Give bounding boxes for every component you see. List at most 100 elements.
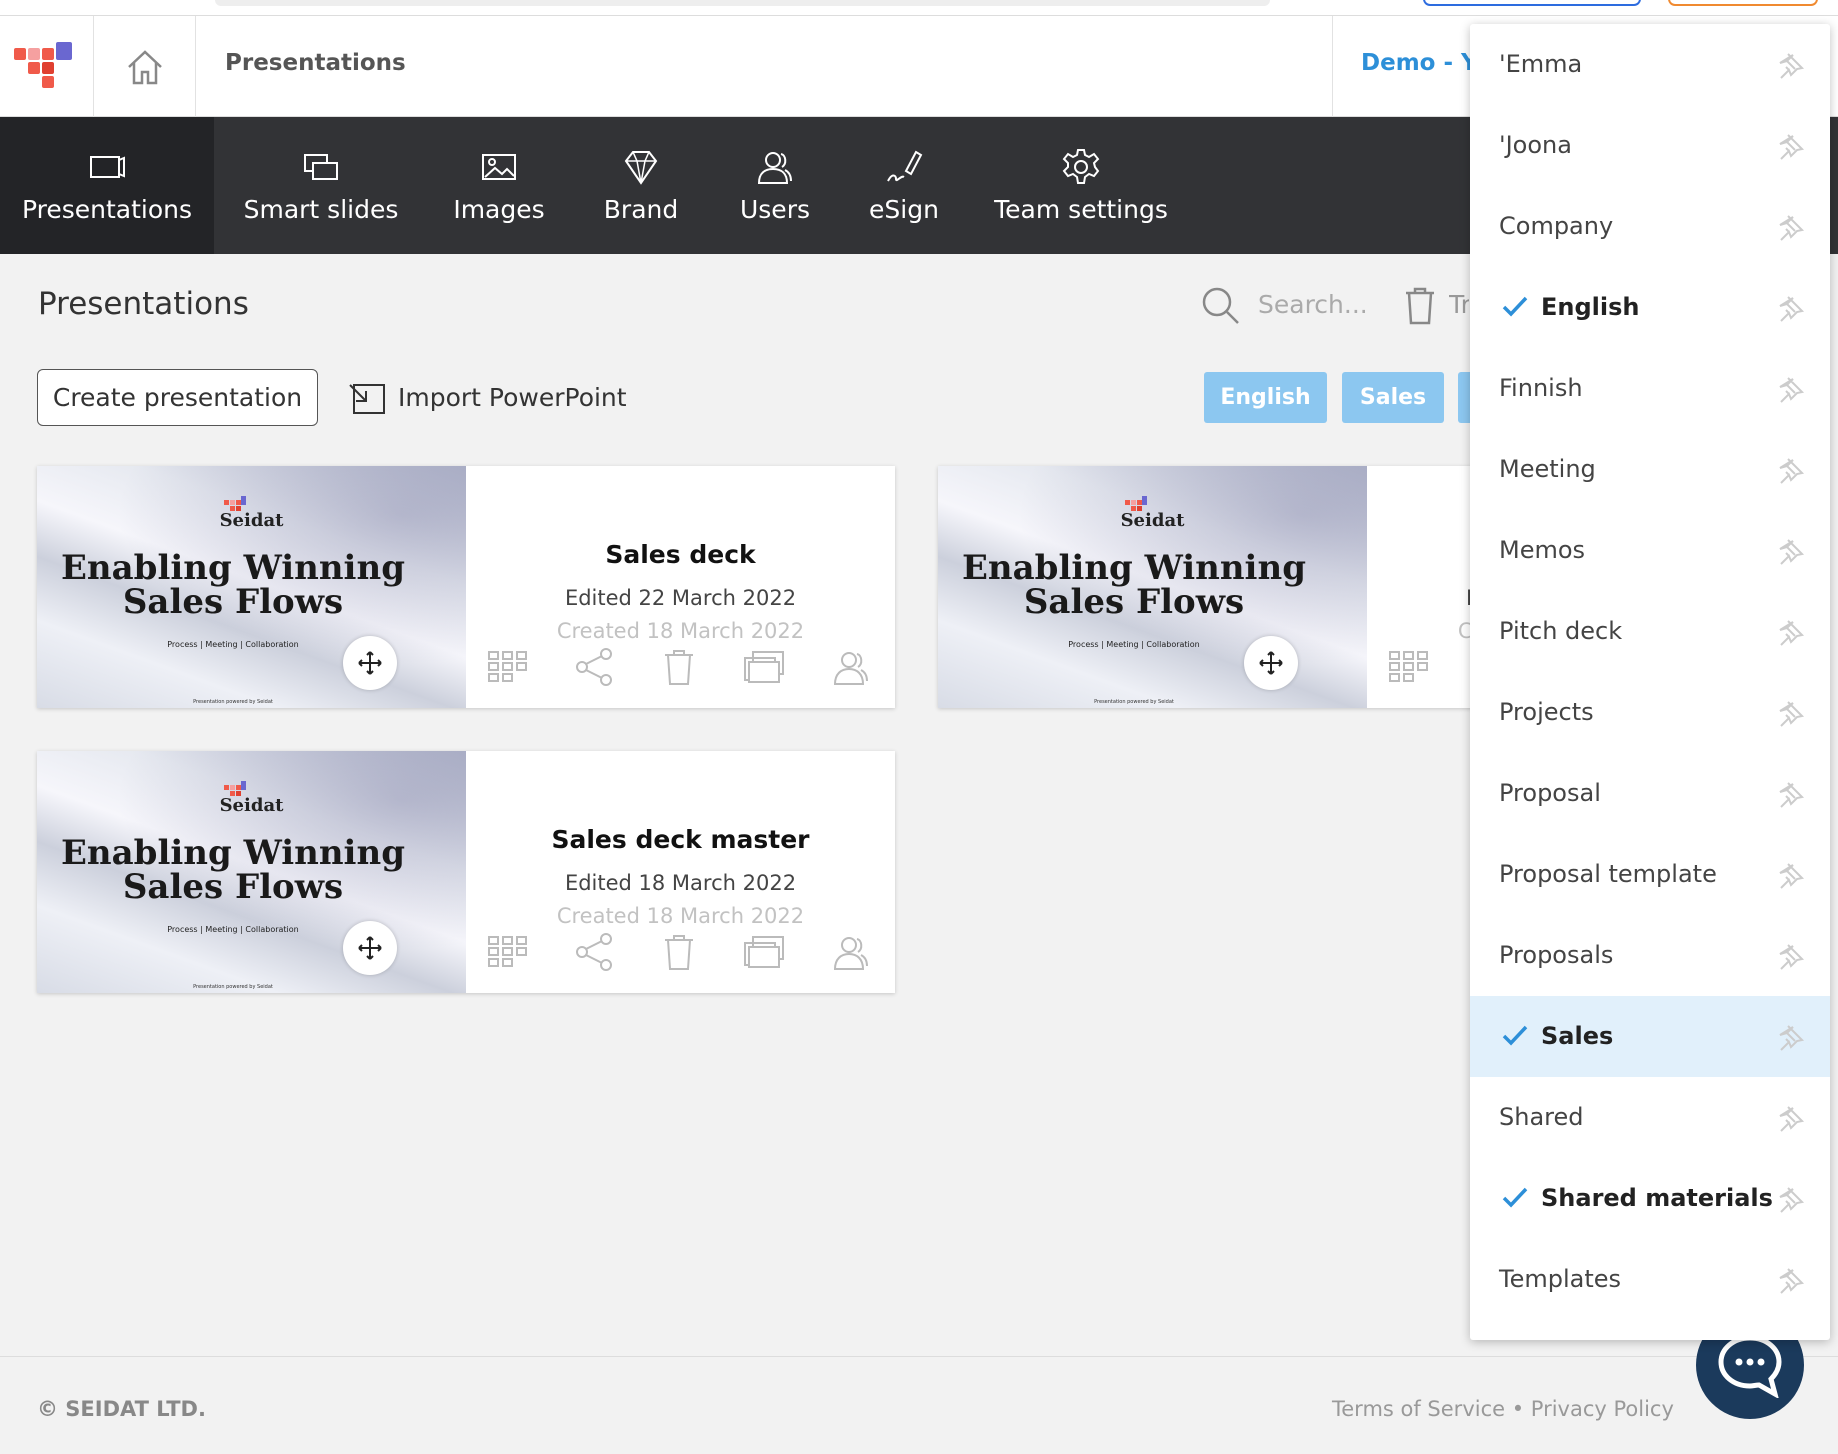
pin-icon[interactable] (1776, 374, 1806, 404)
nav-esign[interactable]: eSign (838, 117, 970, 254)
dropdown-option[interactable]: Finnish (1470, 348, 1830, 429)
nav-label: Team settings (994, 195, 1168, 224)
delete-icon[interactable] (657, 931, 701, 973)
share-icon[interactable] (572, 646, 616, 688)
thumbnail-footer: Presentation powered by Seidat (193, 984, 273, 990)
pin-icon[interactable] (1776, 212, 1806, 242)
share-icon[interactable] (572, 931, 616, 973)
import-powerpoint-button[interactable]: Import PowerPoint (398, 383, 627, 412)
nav-label: eSign (869, 195, 939, 224)
home-icon (127, 49, 162, 84)
pin-icon[interactable] (1776, 860, 1806, 890)
presentation-card[interactable]: Seidat Enabling Winning Sales Flows Proc… (37, 751, 895, 993)
browser-top-strip (0, 0, 1838, 16)
presentation-thumbnail[interactable]: Seidat Enabling Winning Sales Flows Proc… (37, 466, 466, 708)
page-footer: © SEIDAT LTD. Terms of Service • Privacy… (0, 1356, 1838, 1454)
dropdown-option[interactable]: Proposals (1470, 915, 1830, 996)
thumbnail-headline-line-2: Sales Flows (1023, 582, 1245, 622)
presentation-thumbnail[interactable]: Seidat Enabling Winning Sales Flows Proc… (37, 751, 466, 993)
presentation-info: Sales deck Edited 22 March 2022 Created … (466, 466, 895, 708)
dropdown-option-label: Projects (1499, 698, 1594, 726)
pin-icon[interactable] (1776, 536, 1806, 566)
thumbnail-brand: Seidat (1120, 510, 1185, 531)
user-access-icon[interactable] (829, 931, 873, 973)
user-access-icon[interactable] (829, 646, 873, 688)
footer-links: Terms of Service • Privacy Policy (1332, 1397, 1674, 1421)
dropdown-option[interactable]: Sales (1470, 996, 1830, 1077)
pin-icon[interactable] (1776, 698, 1806, 728)
footer-separator: • (1505, 1397, 1531, 1421)
dropdown-option[interactable]: Shared materials (1470, 1158, 1830, 1239)
presentation-card[interactable]: Seidat Enabling Winning Sales Flows Proc… (37, 466, 895, 708)
nav-label: Smart slides (243, 195, 399, 224)
filter-tag-sales[interactable]: Sales (1342, 372, 1444, 423)
thumbnail-footer: Presentation powered by Seidat (1094, 699, 1174, 705)
presentation-thumbnail[interactable]: Seidat Enabling Winning Sales Flows Proc… (938, 466, 1367, 708)
pin-icon[interactable] (1776, 455, 1806, 485)
privacy-policy-link[interactable]: Privacy Policy (1531, 1397, 1674, 1421)
nav-label: Brand (603, 195, 679, 224)
dropdown-option-label: English (1541, 293, 1640, 321)
grid-view-icon[interactable] (486, 931, 530, 973)
nav-label: Images (453, 195, 545, 224)
presentation-name[interactable]: Sales deck (466, 540, 895, 569)
pin-icon[interactable] (1776, 1265, 1806, 1295)
account-switcher[interactable]: Demo - Yo (1332, 16, 1482, 117)
top-button-orange[interactable] (1668, 0, 1818, 6)
pin-icon[interactable] (1776, 617, 1806, 647)
create-presentation-button[interactable]: Create presentation (37, 369, 318, 426)
grid-view-icon[interactable] (1387, 646, 1431, 688)
home-button[interactable] (94, 16, 196, 117)
dropdown-option[interactable]: Shared (1470, 1077, 1830, 1158)
top-search-bar[interactable] (215, 0, 1270, 6)
seidat-logo[interactable] (0, 16, 94, 117)
page-title: Presentations (225, 50, 406, 76)
checkmark-icon (1502, 1025, 1528, 1046)
dropdown-option[interactable]: Projects (1470, 672, 1830, 753)
dropdown-option-label: Pitch deck (1499, 617, 1623, 645)
dropdown-option[interactable]: 'Emma (1470, 24, 1830, 105)
duplicate-icon[interactable] (743, 931, 787, 973)
pin-icon[interactable] (1776, 941, 1806, 971)
nav-brand[interactable]: Brand (570, 117, 712, 254)
pin-icon[interactable] (1776, 779, 1806, 809)
nav-team-settings[interactable]: Team settings (970, 117, 1192, 254)
pin-icon[interactable] (1776, 1103, 1806, 1133)
search-input[interactable]: Search... (1258, 290, 1368, 319)
delete-icon[interactable] (657, 646, 701, 688)
thumbnail-brand: Seidat (219, 795, 284, 816)
terms-of-service-link[interactable]: Terms of Service (1332, 1397, 1505, 1421)
pin-icon[interactable] (1776, 1184, 1806, 1214)
nav-presentations[interactable]: Presentations (0, 117, 214, 254)
nav-users[interactable]: Users (712, 117, 838, 254)
thumbnail-headline: Enabling Winning Sales Flows (37, 551, 429, 619)
seidat-logo-icon (14, 42, 72, 88)
pin-icon[interactable] (1776, 1022, 1806, 1052)
nav-images[interactable]: Images (428, 117, 570, 254)
search-icon[interactable] (1200, 285, 1240, 325)
dropdown-option[interactable]: Proposal template (1470, 834, 1830, 915)
dropdown-option[interactable]: Templates (1470, 1239, 1830, 1320)
dropdown-option[interactable]: Company (1470, 186, 1830, 267)
dropdown-option[interactable]: Meeting (1470, 429, 1830, 510)
dropdown-option[interactable]: English (1470, 267, 1830, 348)
edited-date: Edited 22 March 2022 (564, 586, 797, 610)
presentation-name[interactable]: Sales deck master (466, 825, 895, 854)
pin-icon[interactable] (1776, 50, 1806, 80)
pin-icon[interactable] (1776, 293, 1806, 323)
dropdown-option[interactable]: Pitch deck (1470, 591, 1830, 672)
dropdown-option[interactable]: Memos (1470, 510, 1830, 591)
grid-view-icon[interactable] (486, 646, 530, 688)
trash-link[interactable]: Tr (1449, 290, 1469, 319)
nav-smart-slides[interactable]: Smart slides (214, 117, 428, 254)
pin-icon[interactable] (1776, 131, 1806, 161)
trash-icon[interactable] (1403, 285, 1437, 325)
import-icon[interactable] (348, 383, 386, 415)
dropdown-option[interactable]: 'Joona (1470, 105, 1830, 186)
duplicate-icon[interactable] (743, 646, 787, 688)
top-button-blue[interactable] (1423, 0, 1641, 6)
thumbnail-footer: Presentation powered by Seidat (193, 699, 273, 705)
filter-tag-english[interactable]: English (1204, 372, 1327, 423)
move-arrows-icon (1244, 636, 1298, 690)
dropdown-option[interactable]: Proposal (1470, 753, 1830, 834)
